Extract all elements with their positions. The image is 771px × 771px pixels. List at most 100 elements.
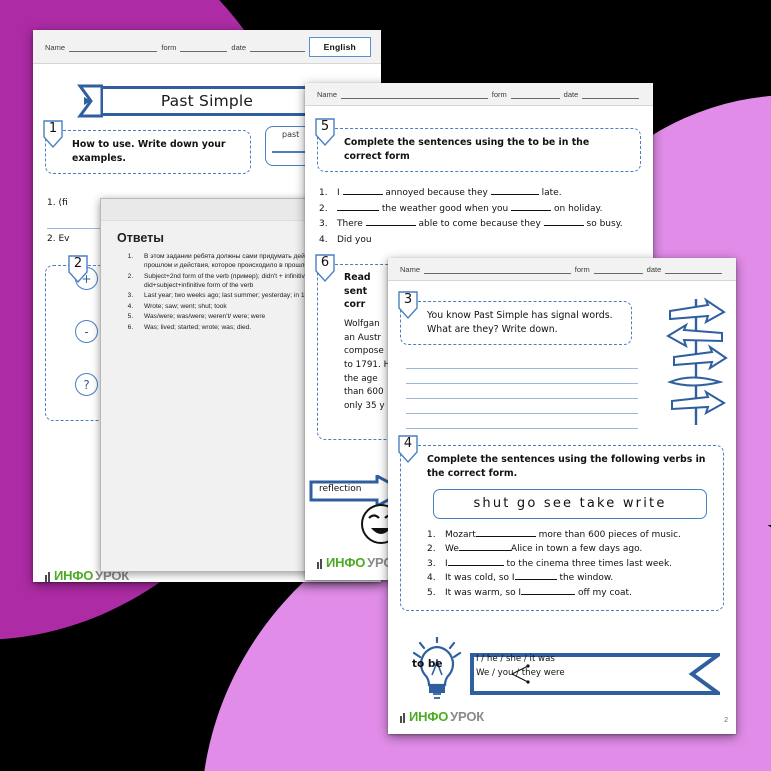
date-input-line[interactable] [582, 90, 639, 99]
blank-field[interactable] [447, 564, 504, 566]
write-line[interactable] [406, 414, 638, 430]
task-3[interactable]: 3 You know Past Simple has signal words.… [398, 291, 632, 346]
date-input-line[interactable] [665, 265, 722, 274]
ribbon-left-tip-icon [77, 84, 103, 118]
name-input-line[interactable] [69, 43, 158, 52]
date-input-line[interactable] [250, 43, 305, 52]
row-text: It was warm, so I off my coat. [445, 587, 632, 598]
reflection-label: reflection [319, 484, 362, 494]
question-circle-icon: ? [75, 373, 98, 397]
task-5[interactable]: 5 Complete the sentences using the to be… [315, 118, 641, 173]
table-row[interactable]: 2. the weather good when you on holiday. [319, 202, 641, 217]
task-4[interactable]: 4 Complete the sentences using the follo… [398, 435, 724, 612]
task-1[interactable]: 1 How to use. Write down your examples. [43, 120, 251, 175]
worksheet-header-front: Name form date [388, 258, 736, 281]
row-number: 5. [427, 587, 436, 598]
tobe-line-1: I / he / she / it was [476, 654, 555, 664]
row-text: There able to come because they so busy. [337, 219, 623, 230]
date-label: date [231, 42, 247, 52]
row-number: 4. [427, 573, 436, 584]
blank-field[interactable] [511, 209, 552, 211]
logo-mark-icon [45, 570, 52, 582]
task-5-box: Complete the sentences using the to be i… [317, 128, 641, 173]
row-text: We Alice in town a few days ago. [445, 544, 643, 555]
task-3-answer-lines[interactable] [406, 354, 638, 430]
table-row[interactable]: 1. I annoyed because they late. [319, 186, 641, 201]
logo-text-green: ИНФО [54, 568, 94, 582]
row-number: 4. [319, 234, 328, 245]
row-text: I annoyed because they late. [337, 188, 562, 199]
worksheet-page-front[interactable]: Name form date 3 You know Past Simple ha… [388, 258, 736, 734]
worksheet-header-middle: Name form date [305, 83, 653, 106]
table-row[interactable]: 5. It was warm, so I off my coat. [427, 586, 713, 601]
form-input-line[interactable] [180, 43, 228, 52]
task-2-number-badge: 2 [67, 255, 89, 284]
row-number: 3. [427, 558, 436, 569]
task-4-sentences: 1. Mozart more than 600 pieces of music.… [427, 528, 713, 601]
write-line[interactable] [406, 399, 638, 415]
date-label: date [563, 90, 579, 99]
logo-mark-icon [400, 711, 407, 723]
form-input-line[interactable] [593, 265, 643, 274]
name-input-line[interactable] [341, 90, 488, 99]
tobe-label: to be [412, 658, 443, 670]
subject-badge: English [308, 37, 371, 57]
blank-field[interactable] [514, 579, 557, 581]
task-3-box: You know Past Simple has signal words. W… [400, 301, 632, 346]
brand-logo: ИНФО УРОК [400, 709, 484, 724]
lightbulb-icon [412, 637, 462, 699]
table-row[interactable]: 4. Did you [319, 233, 641, 248]
blank-field[interactable] [365, 225, 416, 227]
row-number: 3. [319, 219, 328, 230]
task-5-question: Complete the sentences using the to be i… [344, 137, 590, 162]
logo-text-green: ИНФО [326, 555, 366, 570]
task-4-box: Complete the sentences using the followi… [400, 445, 724, 612]
task-6-number-badge: 6 [314, 254, 336, 283]
task-1-number-badge: 1 [42, 120, 64, 149]
page-title: Past Simple [160, 92, 254, 110]
form-label: form [491, 90, 507, 99]
task-4-number-badge: 4 [397, 435, 419, 464]
write-line[interactable] [406, 354, 638, 370]
tobe-line-2: We / you / they were [476, 668, 565, 679]
task-1-box: How to use. Write down your examples. [45, 130, 251, 175]
blank-field[interactable] [521, 593, 576, 595]
page-number: 2 [724, 717, 728, 724]
table-row[interactable]: 2. We Alice in town a few days ago. [427, 542, 713, 557]
write-line[interactable] [406, 369, 638, 385]
task-1-question: How to use. Write down your examples. [72, 139, 226, 164]
write-line[interactable] [406, 384, 638, 400]
table-row[interactable]: 1. Mozart more than 600 pieces of music. [427, 528, 713, 543]
blank-field[interactable] [475, 535, 536, 537]
blank-field[interactable] [337, 209, 379, 211]
worksheet-header-back: Name form date English [33, 30, 381, 64]
blank-field[interactable] [490, 194, 539, 196]
form-input-line[interactable] [510, 90, 560, 99]
row-number: 2. [319, 203, 328, 214]
task-4-question: Complete the sentences using the followi… [427, 454, 706, 479]
form-label: form [161, 42, 177, 52]
signpost-arrows-icon [666, 297, 728, 425]
verb-bank-box: shut go see take write [433, 488, 707, 519]
item-text: 1. (fi [47, 198, 68, 209]
row-number: 1. [319, 188, 328, 199]
table-row[interactable]: 3. There able to come because they so bu… [319, 217, 641, 232]
row-text: Mozart more than 600 pieces of music. [445, 529, 681, 540]
table-row[interactable]: 4. It was cold, so I the window. [427, 571, 713, 586]
form-sign-circles: + - ? [75, 267, 98, 426]
table-row[interactable]: 3. I to the cinema three times last week… [427, 557, 713, 572]
task-3-number-badge: 3 [397, 291, 419, 320]
task-5-sentences: 1. I annoyed because they late. 2. the w… [319, 186, 641, 248]
minus-circle-icon: - [75, 320, 98, 344]
date-label: date [646, 265, 662, 274]
row-text: I to the cinema three times last week. [445, 558, 673, 569]
task-5-number-badge: 5 [314, 118, 336, 147]
blank-field[interactable] [543, 225, 584, 227]
name-label: Name [317, 90, 338, 99]
name-label: Name [45, 42, 66, 52]
blank-field[interactable] [342, 194, 383, 196]
name-input-line[interactable] [424, 265, 571, 274]
blank-field[interactable] [458, 550, 511, 552]
logo-text-green: ИНФО [409, 709, 449, 724]
row-text: Did you [337, 234, 372, 245]
